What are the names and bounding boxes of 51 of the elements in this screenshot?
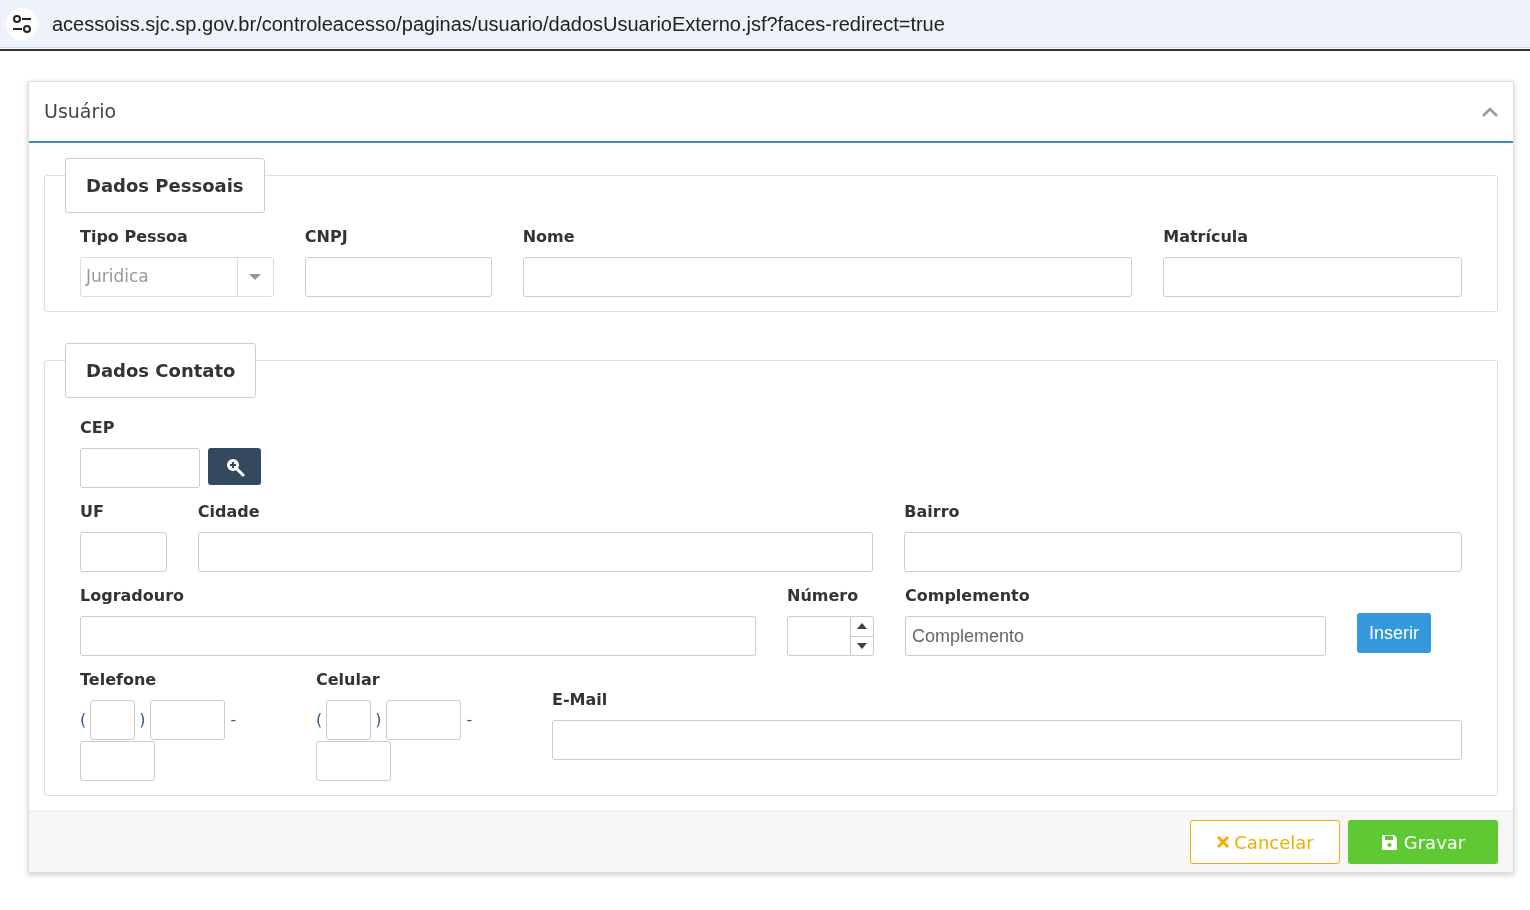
text-field[interactable] [80, 616, 756, 656]
select-field[interactable]: Juridica [80, 257, 274, 297]
fieldset-legend: Dados Contato [65, 343, 257, 398]
field-label: Número [787, 585, 860, 607]
field-label: Cidade [197, 501, 261, 523]
field-label: Celular [316, 669, 381, 691]
close-icon [1216, 835, 1231, 849]
spin-down-icon[interactable] [851, 635, 873, 655]
dash: - [466, 709, 473, 731]
chevron-up-icon[interactable] [1481, 105, 1499, 118]
text-field[interactable] [80, 532, 167, 572]
field-label: E-Mail [552, 689, 609, 711]
phone-suffix-field[interactable] [316, 741, 391, 781]
site-settings-icon[interactable] [6, 7, 38, 40]
text-field[interactable]: Complemento [905, 616, 1326, 656]
field-label: Telefone [80, 669, 158, 691]
text-field[interactable] [522, 257, 1133, 297]
field-label: Logradouro [80, 585, 186, 607]
field-label: Matrícula [1163, 226, 1250, 248]
text-field[interactable] [80, 448, 200, 488]
field-label: Nome [522, 226, 576, 248]
field-label: Complemento [905, 585, 1031, 607]
zoom-in-icon [224, 456, 245, 477]
phone-suffix-field[interactable] [80, 741, 155, 781]
parenthesis: ( [316, 709, 323, 731]
panel-title: Usuário [44, 99, 117, 125]
cancel-button[interactable]: Cancelar [1190, 820, 1340, 864]
fieldset-legend: Dados Pessoais [65, 158, 265, 213]
insert-button[interactable]: Inserir [1357, 613, 1431, 653]
area-code-field[interactable] [326, 700, 372, 740]
field-label: Tipo Pessoa [80, 226, 189, 248]
number-field[interactable] [787, 616, 851, 656]
field-label: UF [80, 501, 105, 523]
text-field[interactable] [1163, 257, 1462, 297]
field-label: CEP [80, 417, 116, 439]
text-field[interactable] [552, 720, 1462, 760]
phone-prefix-field[interactable] [385, 700, 461, 740]
phone-prefix-field[interactable] [149, 700, 225, 740]
text-field[interactable] [904, 532, 1462, 572]
search-button[interactable] [208, 448, 261, 485]
save-button[interactable]: Gravar [1348, 820, 1498, 864]
text-field[interactable] [197, 532, 874, 572]
field-label: CNPJ [304, 226, 349, 248]
parenthesis: ( [80, 709, 87, 731]
dash: - [230, 709, 237, 731]
parenthesis: ) [139, 709, 146, 731]
text-field[interactable] [304, 257, 492, 297]
parenthesis: ) [375, 709, 382, 731]
caret-down-icon [249, 273, 262, 281]
field-label: Bairro [904, 501, 961, 523]
area-code-field[interactable] [90, 700, 136, 740]
